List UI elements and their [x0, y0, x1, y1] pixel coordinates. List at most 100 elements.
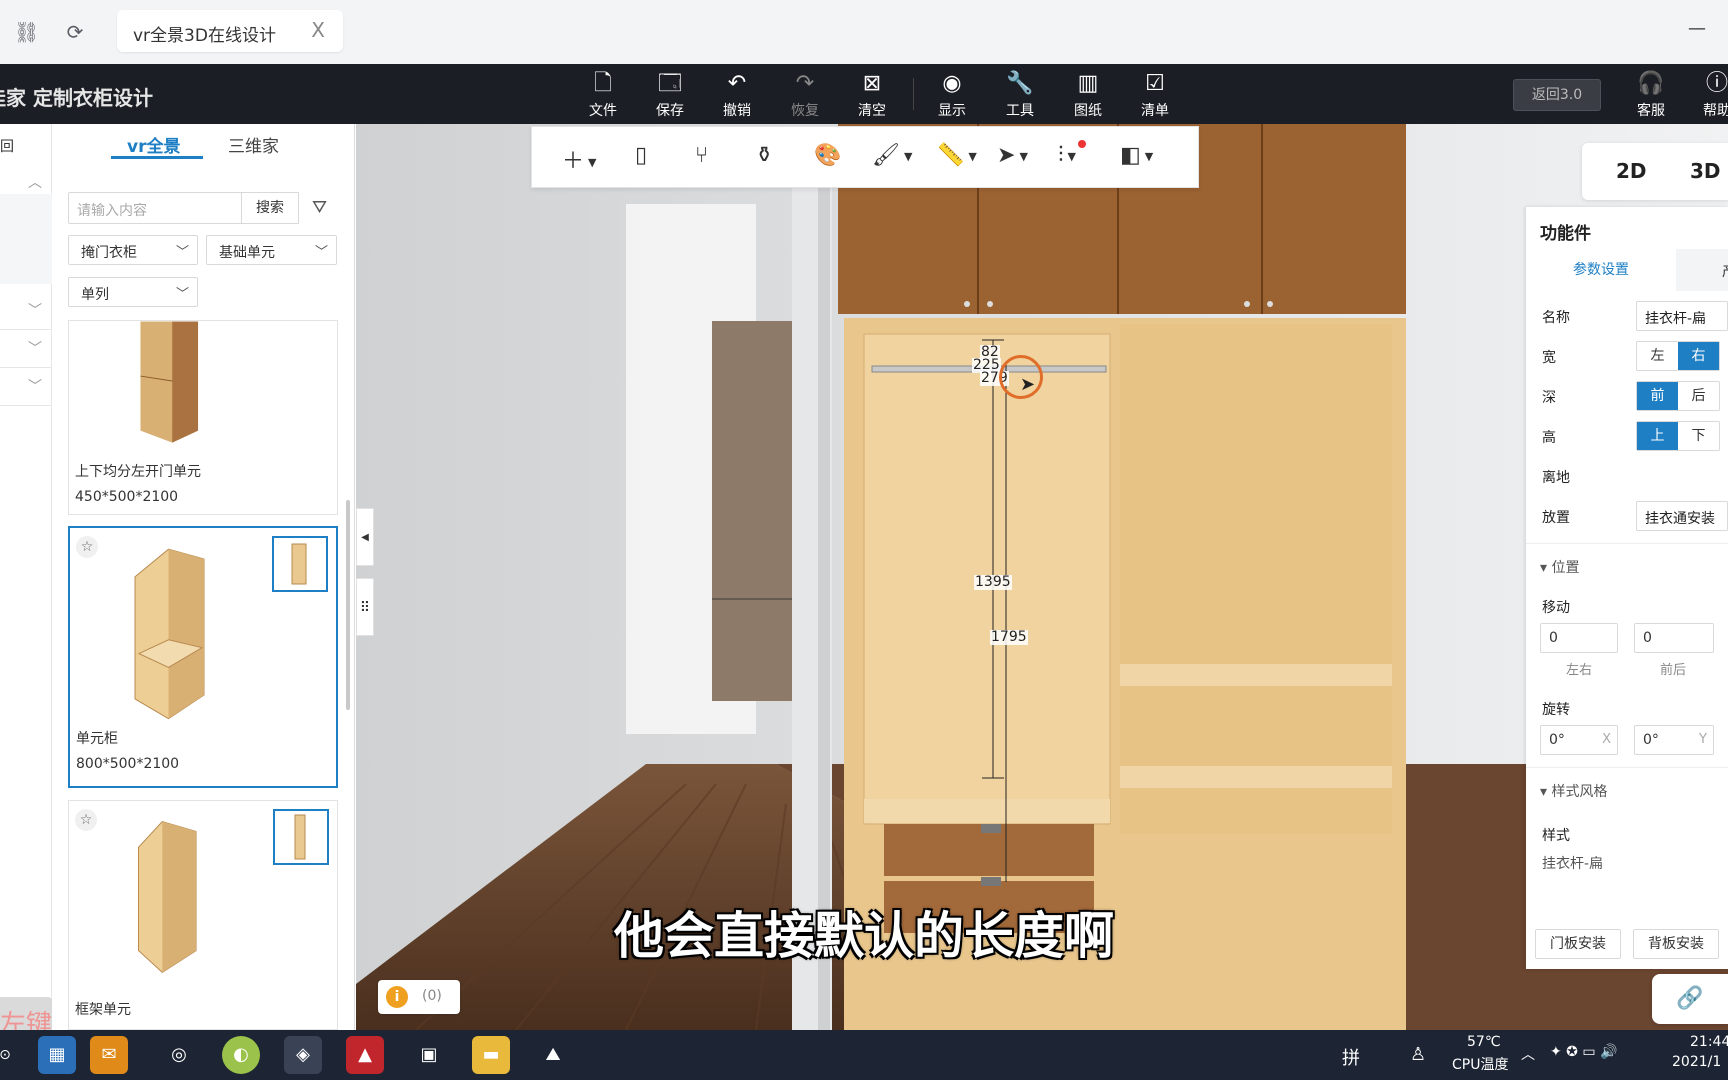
plant-icon[interactable]: ⚱ — [755, 143, 773, 168]
autocad-icon[interactable]: ▲ — [346, 1036, 384, 1074]
place-select[interactable]: 挂衣通安装 — [1636, 501, 1728, 531]
tray-chevron-icon[interactable]: ︿ — [1521, 1044, 1535, 1064]
name-field[interactable]: 挂衣杆-扁 — [1636, 301, 1728, 331]
search-input[interactable]: 请输入内容 — [68, 192, 242, 224]
minimize-button[interactable]: — — [1688, 18, 1706, 39]
pointer-icon[interactable]: ➤ ▼ — [997, 143, 1028, 168]
tab-product[interactable]: 产 — [1722, 261, 1728, 281]
mode-2d-button[interactable]: 2D — [1616, 159, 1647, 183]
scene-render — [356, 124, 1728, 1030]
left-scrollbar[interactable] — [346, 500, 350, 710]
unit-select[interactable]: 基础单元 ﹀ — [206, 235, 337, 265]
height-up-option[interactable]: 上 — [1637, 422, 1678, 450]
item-name: 框架单元 — [75, 1002, 131, 1018]
browser-tab[interactable]: vr全景3D在线设计 X — [117, 10, 343, 52]
list-button[interactable]: ☑ 清单 — [1128, 70, 1182, 120]
depth-label: 深 — [1542, 390, 1556, 406]
rotate-y-input[interactable]: 0° Y — [1634, 725, 1714, 755]
chevron-down-icon[interactable]: ﹀ — [0, 292, 52, 330]
tab-close-icon[interactable]: X — [311, 18, 325, 42]
style-section-label: 样式风格 — [1551, 784, 1608, 800]
redo-icon: ↷ — [795, 71, 815, 96]
paint-roller-icon[interactable]: 🖌 ▼ — [872, 143, 912, 168]
ime-indicator[interactable]: 拼 — [1342, 1044, 1360, 1070]
mode-3d-button[interactable]: 3D — [1690, 159, 1721, 183]
sliders-icon[interactable]: ⫶ ▼ — [1058, 143, 1076, 168]
people-icon[interactable]: ♙ — [1410, 1044, 1426, 1065]
app-icon[interactable]: ◐ — [222, 1036, 260, 1074]
video-app-icon[interactable]: ▣ — [410, 1036, 448, 1074]
catalog-item[interactable]: 上下均分左开门单元 450*500*2100 — [68, 320, 338, 515]
move-lr-input[interactable]: 0 — [1540, 623, 1618, 653]
drawings-button[interactable]: ▥ 图纸 — [1061, 70, 1115, 120]
cabinet-icon[interactable]: ▯ — [635, 143, 647, 168]
ruler-icon[interactable]: 📏 ▼ — [937, 143, 977, 168]
help-button[interactable]: ⓘ 帮助 — [1690, 70, 1728, 120]
folder-icon[interactable]: ▬ — [472, 1036, 510, 1074]
search-button[interactable]: 搜索 — [241, 192, 299, 224]
filter-icon[interactable]: ⛛ — [312, 197, 327, 218]
chair-icon[interactable]: ⑂ — [695, 143, 708, 168]
panel-title: 功能件 — [1540, 224, 1591, 244]
height-toggle: 上 下 — [1636, 421, 1720, 451]
wechat-icon[interactable]: ✉ — [90, 1036, 128, 1074]
save-icon: 🗔 — [658, 71, 682, 96]
service-button[interactable]: 🎧 客服 — [1624, 70, 1678, 120]
catalog-item-selected[interactable]: ☆ 单元柜 800*500*2100 — [68, 526, 338, 788]
position-section[interactable]: ▾ 位置 — [1540, 557, 1579, 577]
tab-params[interactable]: 参数设置 — [1526, 249, 1676, 291]
start-icon[interactable]: ⊙ — [0, 1036, 24, 1074]
width-toggle: 左 右 — [1636, 341, 1720, 371]
category-value: 掩门衣柜 — [81, 245, 137, 261]
link-icon[interactable]: ⛓ — [14, 20, 39, 44]
map-view-icon[interactable]: ◧ ▼ — [1120, 143, 1153, 168]
info-counter[interactable]: i (0) — [378, 980, 460, 1014]
clear-button[interactable]: ⊠ 清空 — [845, 70, 899, 120]
rotate-x-input[interactable]: 0° X — [1540, 725, 1618, 755]
redo-label: 恢复 — [791, 103, 819, 119]
width-left-option[interactable]: 左 — [1637, 342, 1678, 370]
undo-label: 撤销 — [723, 103, 751, 119]
category-strip: 回 ︿ ﹀ ﹀ ﹀ — [0, 124, 52, 1030]
link-tool-icon[interactable]: 🔗 — [1652, 974, 1728, 1024]
undo-button[interactable]: ↶ 撤销 — [710, 70, 764, 120]
tab-vr[interactable]: vr全景 — [127, 132, 180, 157]
category-select[interactable]: 掩门衣柜 ﹀ — [68, 235, 198, 265]
tab-3d-home[interactable]: 三维家 — [228, 132, 279, 157]
depth-front-option[interactable]: 前 — [1637, 382, 1678, 410]
clear-icon: ⊠ — [862, 71, 882, 96]
browser-app-icon[interactable]: ◈ — [284, 1036, 322, 1074]
style-section[interactable]: ▾ 样式风格 — [1540, 781, 1607, 801]
cabinet-thumbnail — [140, 321, 199, 443]
save-button[interactable]: 🗔 保存 — [643, 70, 697, 120]
palette-icon[interactable]: 🎨 — [814, 143, 841, 168]
file-button[interactable]: 🗋 文件 — [576, 70, 630, 120]
chevron-down-icon[interactable]: ﹀ — [0, 330, 52, 368]
divider — [1526, 767, 1728, 768]
calculator-icon[interactable]: ▦ — [38, 1036, 76, 1074]
redo-button[interactable]: ↷ 恢复 — [778, 70, 832, 120]
back-link[interactable]: 回 — [0, 136, 14, 156]
refresh-icon[interactable]: ⟳ — [63, 20, 87, 44]
move-fb-caption: 前后 — [1660, 663, 1687, 678]
back-to-3-button[interactable]: 返回3.0 — [1513, 79, 1601, 111]
info-count: (0) — [422, 988, 442, 1004]
height-down-option[interactable]: 下 — [1678, 422, 1719, 450]
photos-icon[interactable]: ⛰ — [534, 1036, 572, 1074]
divider — [1526, 543, 1728, 544]
width-right-option[interactable]: 右 — [1678, 342, 1719, 370]
move-fb-input[interactable]: 0 — [1634, 623, 1714, 653]
view-toolbar: ＋ ▼ ▯ ⑂ ⚱ 🎨 🖌 ▼ 📏 ▼ ➤ ▼ ⫶ ▼ ◧ ▼ — [531, 126, 1199, 188]
3d-viewport[interactable] — [356, 124, 1728, 1030]
collapse-panel-button[interactable]: ◀ — [356, 508, 374, 566]
tools-button[interactable]: 🔧 工具 — [993, 70, 1047, 120]
display-button[interactable]: ◉ 显示 — [925, 70, 979, 120]
search-app-icon[interactable]: ◎ — [160, 1036, 198, 1074]
tray-icons[interactable]: ✦ ✪ ▭ 🔊 — [1550, 1044, 1617, 1060]
chevron-down-icon[interactable]: ﹀ — [0, 368, 52, 406]
depth-back-option[interactable]: 后 — [1678, 382, 1719, 410]
column-select[interactable]: 单列 ﹀ — [68, 277, 198, 307]
drag-handle-icon[interactable]: ⠿ — [356, 578, 374, 636]
add-icon[interactable]: ＋ ▼ — [562, 143, 596, 175]
video-subtitle: 他会直接默认的长度啊 — [614, 907, 1114, 965]
